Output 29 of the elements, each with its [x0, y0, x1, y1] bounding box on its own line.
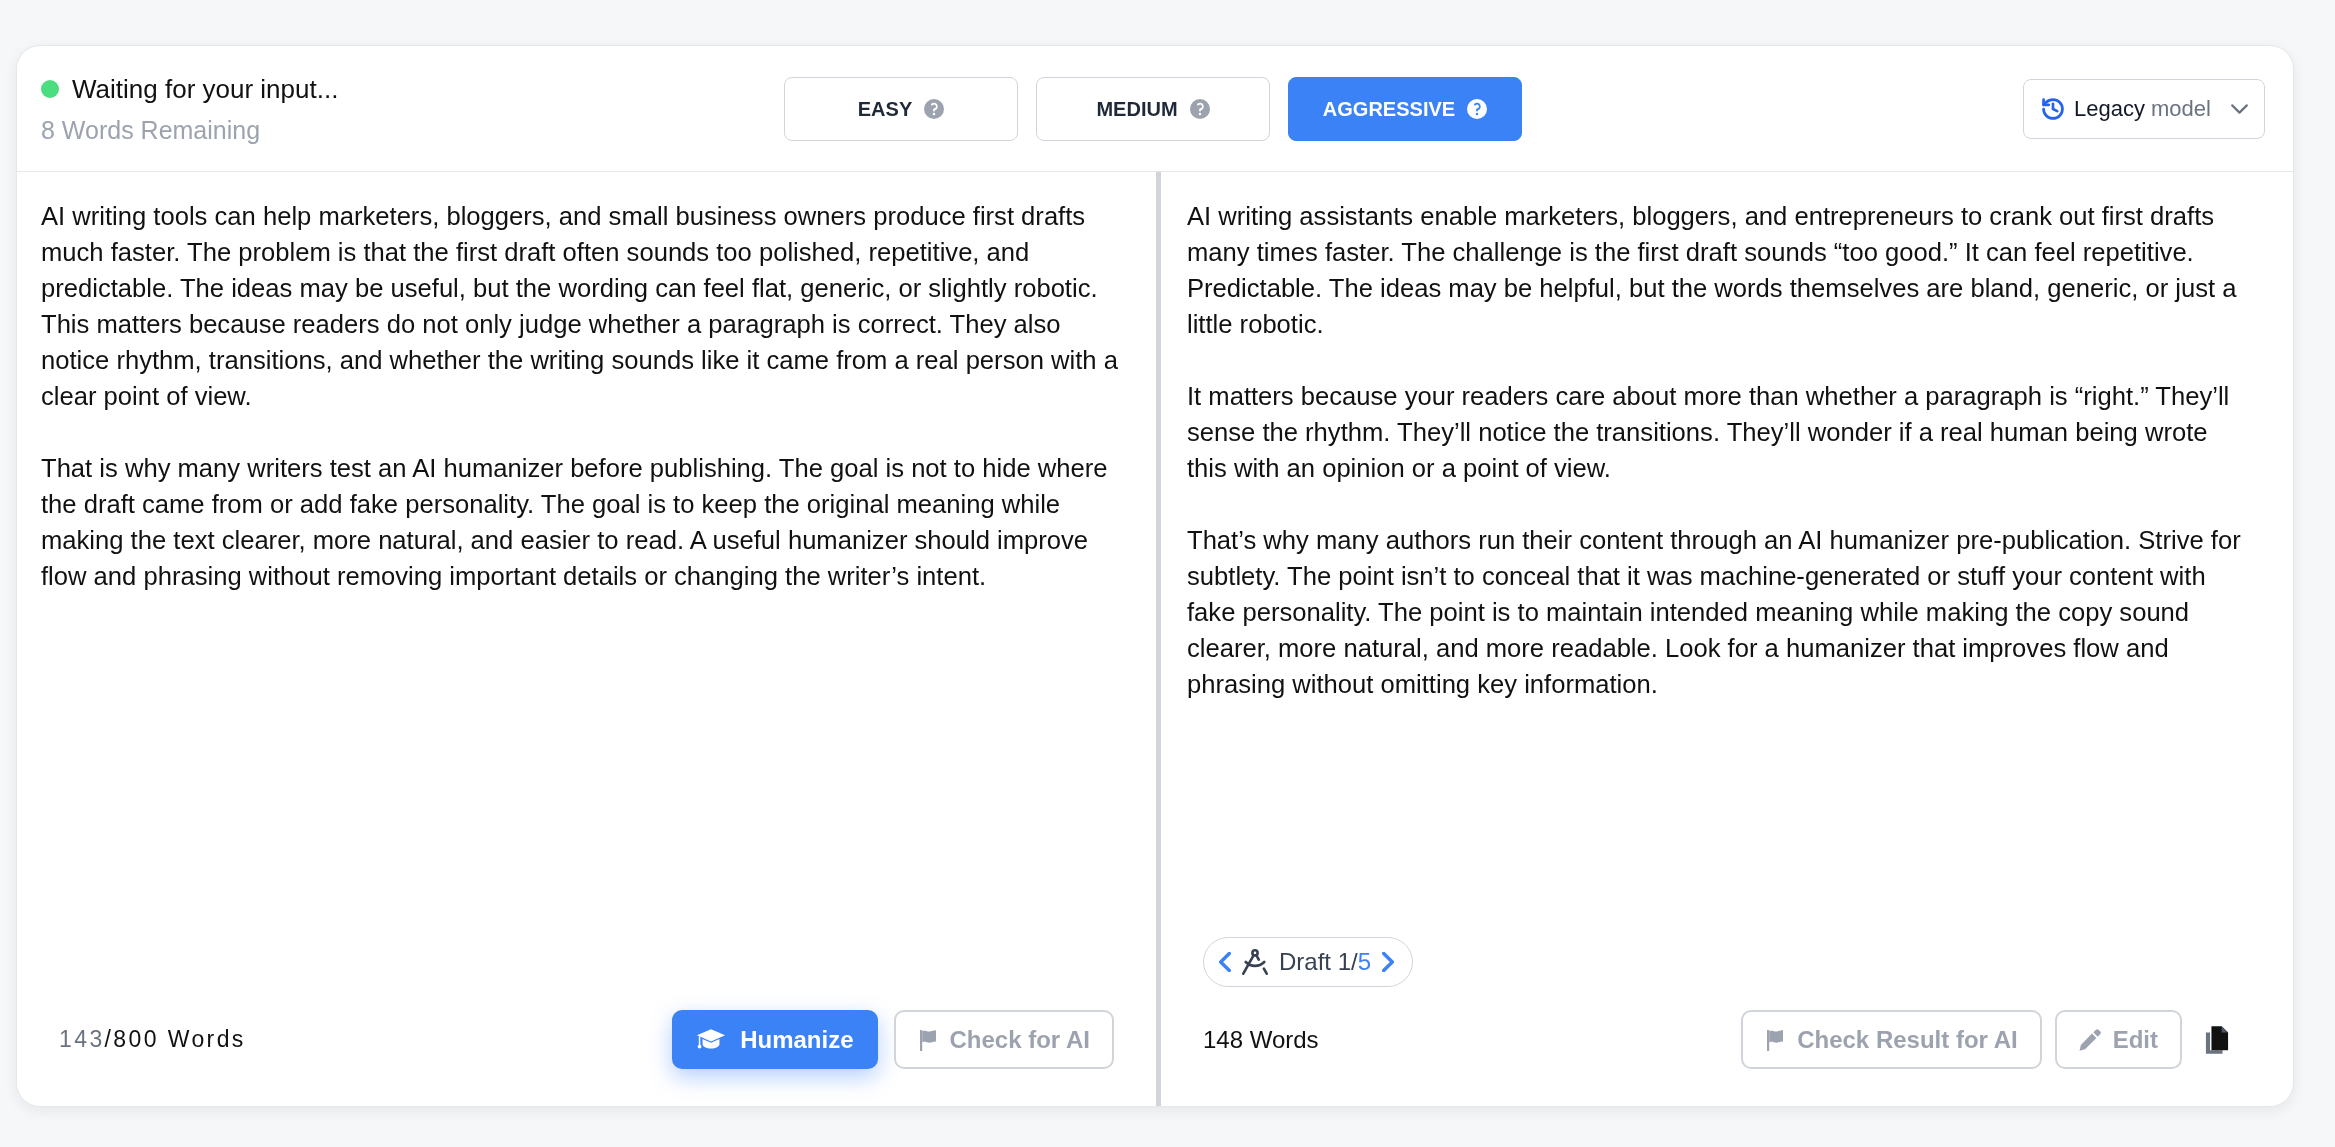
flag-icon — [917, 1028, 938, 1051]
previous-draft-button[interactable] — [1219, 952, 1231, 972]
flag-icon — [1765, 1028, 1786, 1051]
chevron-left-icon — [1219, 952, 1231, 972]
mode-button[interactable]: EASY — [784, 76, 1018, 141]
input-text-field[interactable]: AI writing tools can help marketers, bloggers, and small business owners produce first drafts much faster. The problem is that the first draft often sounds too polished, repetitive, and predictable. The ideas may be useful, but the wording can feel flat, generic, or slightly robotic. This matters because readers do not only judge whether a paragraph is correct. They also notice rhythm, transitions, and whether the writing sounds like it came from a real person with a clear point of view. That is why many writers test an AI humanizer before publishing. The goal is not to hide where the draft came from or add fake personality. The goal is to keep the original meaning while making the text clearer, more natural, and easier to read. A useful humanizer should improve flow and phrasing without removing important details or changing the writer’s intent. — [17, 172, 1156, 1010]
next-draft-button[interactable] — [1382, 952, 1395, 972]
model-dropdown[interactable]: Legacy model — [2023, 78, 2265, 139]
help-icon — [924, 98, 945, 119]
output-paragraph: That’s why many authors run their content through an AI humanizer pre-publication. Strive for subtlety. The point isn’t to conceal that it was machine-generated or stuff your content with fake personality. The point is to maintain intended meaning while making the copy sound clearer, more natural, and more readable. Look for a humanizer that improves flow and phrasing without omitting key information. — [1187, 525, 2242, 700]
chevron-down-icon — [2231, 103, 2248, 114]
mode-button[interactable]: MEDIUM — [1036, 76, 1270, 141]
status-text: Waiting for your input... — [72, 72, 339, 105]
help-icon — [1189, 98, 1210, 119]
output-paragraph: AI writing assistants enable marketers, bloggers, and entrepreneurs to crank out first drafts many times faster. The challenge is the first draft sounds “too good.” It can feel repetitive. Predictable. The ideas may be helpful, but the words themselves are bland, generic, or just a little robotic. — [1187, 201, 2238, 340]
words-remaining-text: 8 Words Remaining — [41, 114, 261, 145]
draft-counter-text: Draft 1/5 — [1279, 947, 1372, 977]
drafting-compass-icon — [1242, 949, 1268, 975]
chevron-right-icon — [1382, 952, 1395, 972]
help-icon — [1467, 98, 1488, 119]
word-count-text: 148 Words — [1203, 1024, 1319, 1055]
pencil-icon — [2078, 1028, 2101, 1051]
word-count-text: 143/800 Words — [59, 1025, 246, 1055]
copy-icon — [2205, 1024, 2229, 1055]
graduation-cap-icon — [696, 1028, 727, 1051]
history-icon — [2042, 97, 2064, 120]
output-paragraph: It matters because your readers care about more than whether a paragraph is “right.” They’ll sense the rhythm. They’ll notice the transitions. They’ll wonder if a real human being wrote this with an opinion or a point of view. — [1187, 381, 2231, 484]
humanize-button[interactable]: Humanize — [672, 1010, 878, 1069]
mode-button[interactable]: AGGRESSIVE — [1288, 76, 1522, 141]
